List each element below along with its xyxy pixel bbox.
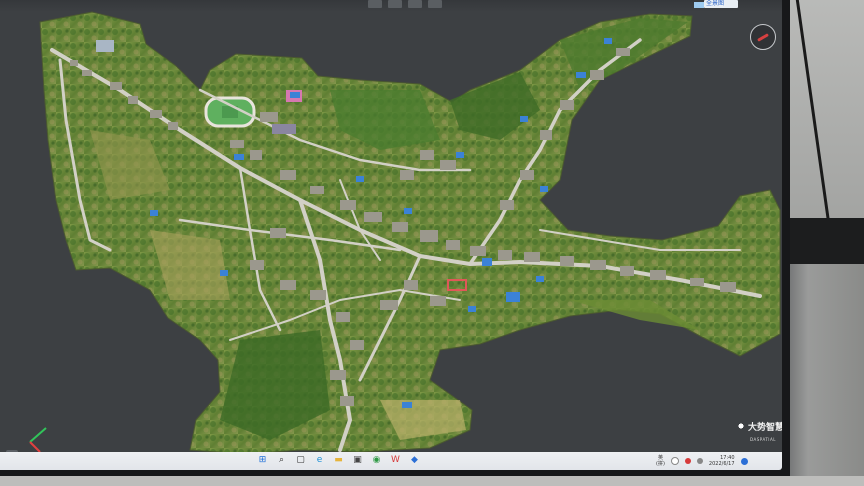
wps-icon[interactable]: W — [389, 454, 402, 467]
edge-browser-icon[interactable]: e — [313, 454, 326, 467]
windows-start-icon[interactable]: ⊞ — [256, 454, 269, 467]
brand-subtitle: DASPATIAL — [750, 437, 776, 442]
tray-app-icon[interactable] — [684, 458, 691, 464]
brand-mark-icon — [736, 421, 746, 431]
desk-surface — [0, 476, 864, 486]
clock-date: 2022/6/17 — [708, 461, 735, 467]
search-icon[interactable]: ⌕ — [275, 454, 288, 467]
chrome-icon[interactable]: ◉ — [370, 454, 383, 467]
input-language-mode: (拼) — [656, 461, 665, 467]
taskbar-clock[interactable]: 17:40 2022/6/17 — [709, 455, 735, 467]
folder-icon[interactable]: ▬ — [332, 454, 345, 467]
input-language-indicator[interactable]: 英 (拼) — [656, 455, 665, 467]
windows-taskbar: ⊞ ⌕ ▢ e ▬ ▣ ◉ W ◆ 英 (拼) 17:40 2022/6/17 — [0, 452, 782, 470]
notification-icon[interactable] — [740, 457, 748, 465]
network-icon[interactable] — [670, 457, 679, 465]
compass-icon[interactable] — [750, 24, 776, 50]
app-icon[interactable]: ◆ — [408, 454, 421, 467]
orthophoto-map[interactable] — [0, 0, 782, 452]
monitor-screen: 全景图 大势智慧 DASPATIAL ⊞ ⌕ ▢ e ▬ ▣ ◉ W ◆ 英 (… — [0, 0, 782, 470]
photo-scene: 全景图 大势智慧 DASPATIAL ⊞ ⌕ ▢ e ▬ ▣ ◉ W ◆ 英 (… — [0, 0, 864, 486]
system-tray: 英 (拼) 17:40 2022/6/17 — [656, 453, 748, 469]
task-view-icon[interactable]: ▢ — [294, 454, 307, 467]
brand-logo: 大势智慧 DASPATIAL — [736, 420, 782, 442]
volume-icon[interactable] — [696, 458, 703, 464]
compass-needle — [757, 33, 769, 42]
xyz-axis-icon — [29, 427, 47, 453]
taskbar-app-icons: ⊞ ⌕ ▢ e ▬ ▣ ◉ W ◆ — [256, 454, 421, 468]
wall-shelf — [784, 218, 864, 264]
store-icon[interactable]: ▣ — [351, 454, 364, 467]
